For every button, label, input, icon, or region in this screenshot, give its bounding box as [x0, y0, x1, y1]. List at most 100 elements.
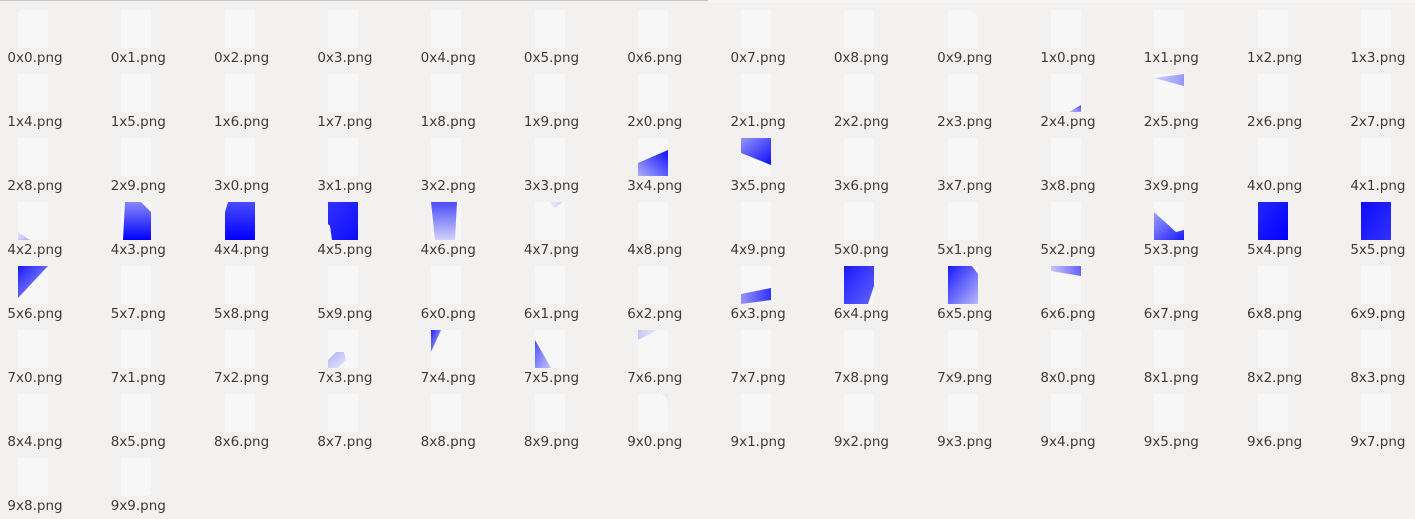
file-item[interactable]: 5x2.png: [1033, 192, 1136, 258]
file-item[interactable]: 7x3.png: [310, 320, 413, 386]
file-item[interactable]: 4x1.png: [1343, 128, 1415, 194]
file-item[interactable]: 9x9.png: [103, 448, 206, 514]
file-item[interactable]: 7x6.png: [620, 320, 723, 386]
file-item[interactable]: 0x0.png: [0, 0, 103, 66]
file-item[interactable]: 8x8.png: [413, 384, 516, 450]
file-item[interactable]: 8x0.png: [1033, 320, 1136, 386]
file-item[interactable]: 2x5.png: [1136, 64, 1239, 130]
file-item[interactable]: 5x3.png: [1136, 192, 1239, 258]
file-item[interactable]: 3x4.png: [620, 128, 723, 194]
file-item[interactable]: 6x1.png: [517, 256, 620, 322]
file-item[interactable]: 1x0.png: [1033, 0, 1136, 66]
file-item[interactable]: 2x0.png: [620, 64, 723, 130]
file-item[interactable]: 5x5.png: [1343, 192, 1415, 258]
file-item[interactable]: 2x9.png: [103, 128, 206, 194]
file-item[interactable]: 5x0.png: [826, 192, 929, 258]
file-item[interactable]: 8x7.png: [310, 384, 413, 450]
file-item[interactable]: 3x9.png: [1136, 128, 1239, 194]
file-item[interactable]: 9x0.png: [620, 384, 723, 450]
file-item[interactable]: 8x2.png: [1240, 320, 1343, 386]
file-item[interactable]: 8x5.png: [103, 384, 206, 450]
file-item[interactable]: 1x8.png: [413, 64, 516, 130]
file-item[interactable]: 7x1.png: [103, 320, 206, 386]
file-item[interactable]: 3x2.png: [413, 128, 516, 194]
file-item[interactable]: 9x2.png: [826, 384, 929, 450]
file-item[interactable]: 3x6.png: [826, 128, 929, 194]
file-item[interactable]: 7x5.png: [517, 320, 620, 386]
file-item[interactable]: 7x9.png: [930, 320, 1033, 386]
file-item[interactable]: 0x8.png: [826, 0, 929, 66]
file-item[interactable]: 6x7.png: [1136, 256, 1239, 322]
file-item[interactable]: 1x9.png: [517, 64, 620, 130]
file-item[interactable]: 2x3.png: [930, 64, 1033, 130]
file-item[interactable]: 9x8.png: [0, 448, 103, 514]
file-item[interactable]: 9x3.png: [930, 384, 1033, 450]
file-item[interactable]: 7x4.png: [413, 320, 516, 386]
file-item[interactable]: 9x7.png: [1343, 384, 1415, 450]
file-item[interactable]: 0x9.png: [930, 0, 1033, 66]
file-item[interactable]: 5x6.png: [0, 256, 103, 322]
file-item[interactable]: 9x5.png: [1136, 384, 1239, 450]
file-item[interactable]: 4x5.png: [310, 192, 413, 258]
file-item[interactable]: 3x3.png: [517, 128, 620, 194]
file-item[interactable]: 4x3.png: [103, 192, 206, 258]
file-item[interactable]: 3x7.png: [930, 128, 1033, 194]
file-item[interactable]: 0x5.png: [517, 0, 620, 66]
file-item[interactable]: 5x1.png: [930, 192, 1033, 258]
file-item[interactable]: 4x7.png: [517, 192, 620, 258]
file-item[interactable]: 6x6.png: [1033, 256, 1136, 322]
file-item[interactable]: 3x8.png: [1033, 128, 1136, 194]
file-item[interactable]: 2x8.png: [0, 128, 103, 194]
file-item[interactable]: 7x0.png: [0, 320, 103, 386]
file-item[interactable]: 8x3.png: [1343, 320, 1415, 386]
file-item[interactable]: 9x4.png: [1033, 384, 1136, 450]
file-item[interactable]: 0x1.png: [103, 0, 206, 66]
file-item[interactable]: 1x6.png: [207, 64, 310, 130]
file-item[interactable]: 8x1.png: [1136, 320, 1239, 386]
file-item[interactable]: 3x5.png: [723, 128, 826, 194]
file-item[interactable]: 2x1.png: [723, 64, 826, 130]
file-item[interactable]: 4x9.png: [723, 192, 826, 258]
file-item[interactable]: 5x9.png: [310, 256, 413, 322]
file-item[interactable]: 2x4.png: [1033, 64, 1136, 130]
file-item[interactable]: 5x4.png: [1240, 192, 1343, 258]
file-item[interactable]: 5x7.png: [103, 256, 206, 322]
file-item[interactable]: 1x2.png: [1240, 0, 1343, 66]
file-item[interactable]: 9x6.png: [1240, 384, 1343, 450]
file-item[interactable]: 2x2.png: [826, 64, 929, 130]
file-item[interactable]: 8x9.png: [517, 384, 620, 450]
file-item[interactable]: 1x4.png: [0, 64, 103, 130]
file-item[interactable]: 8x4.png: [0, 384, 103, 450]
file-item[interactable]: 6x2.png: [620, 256, 723, 322]
file-item[interactable]: 5x8.png: [207, 256, 310, 322]
file-item[interactable]: 3x1.png: [310, 128, 413, 194]
file-item[interactable]: 4x6.png: [413, 192, 516, 258]
file-item[interactable]: 0x4.png: [413, 0, 516, 66]
file-item[interactable]: 0x6.png: [620, 0, 723, 66]
file-item[interactable]: 6x3.png: [723, 256, 826, 322]
file-item[interactable]: 6x8.png: [1240, 256, 1343, 322]
file-item[interactable]: 7x8.png: [826, 320, 929, 386]
file-item[interactable]: 2x7.png: [1343, 64, 1415, 130]
file-item[interactable]: 4x2.png: [0, 192, 103, 258]
file-item[interactable]: 8x6.png: [207, 384, 310, 450]
file-item[interactable]: 6x0.png: [413, 256, 516, 322]
file-item[interactable]: 7x7.png: [723, 320, 826, 386]
file-item[interactable]: 1x7.png: [310, 64, 413, 130]
file-item[interactable]: 0x7.png: [723, 0, 826, 66]
file-item[interactable]: 6x4.png: [826, 256, 929, 322]
file-item[interactable]: 4x8.png: [620, 192, 723, 258]
file-item[interactable]: 2x6.png: [1240, 64, 1343, 130]
file-item[interactable]: 3x0.png: [207, 128, 310, 194]
file-item[interactable]: 4x0.png: [1240, 128, 1343, 194]
file-item[interactable]: 7x2.png: [207, 320, 310, 386]
file-item[interactable]: 6x9.png: [1343, 256, 1415, 322]
file-item[interactable]: 6x5.png: [930, 256, 1033, 322]
file-item[interactable]: 4x4.png: [207, 192, 310, 258]
file-item[interactable]: 1x3.png: [1343, 0, 1415, 66]
file-item[interactable]: 9x1.png: [723, 384, 826, 450]
file-item[interactable]: 1x5.png: [103, 64, 206, 130]
file-item[interactable]: 0x3.png: [310, 0, 413, 66]
file-item[interactable]: 0x2.png: [207, 0, 310, 66]
file-item[interactable]: 1x1.png: [1136, 0, 1239, 66]
